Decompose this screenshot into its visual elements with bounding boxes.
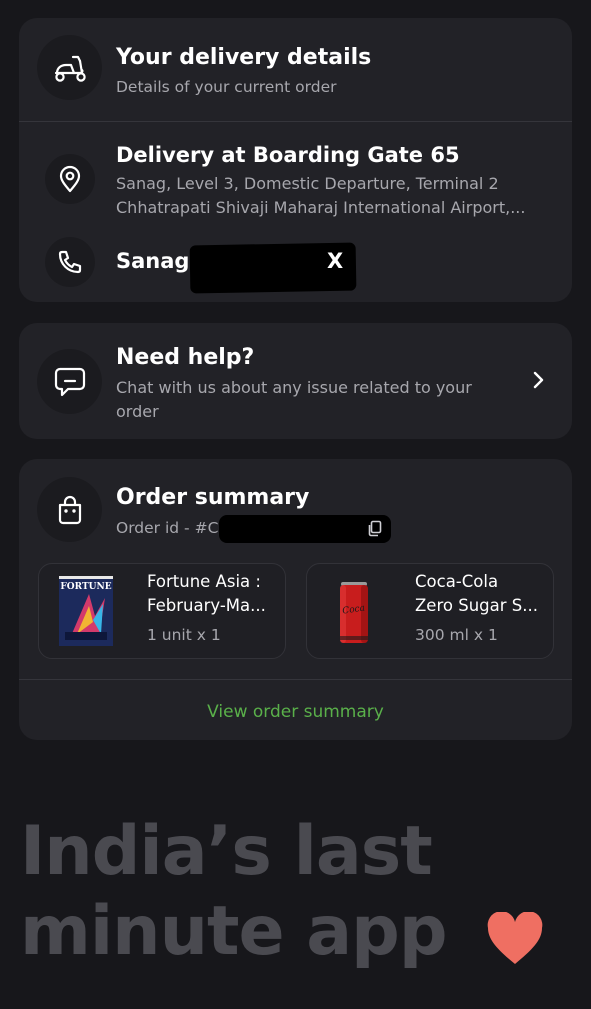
delivery-details-title: Your delivery details	[116, 45, 372, 70]
tagline-line1: India’s last	[20, 812, 433, 891]
contact-suffix: X	[327, 249, 344, 273]
need-help-subtitle-line2: order	[116, 402, 159, 421]
chevron-right-icon[interactable]	[531, 369, 545, 395]
svg-text:FORTUNE: FORTUNE	[60, 582, 111, 592]
location-pin-icon	[45, 154, 95, 204]
divider	[19, 121, 572, 122]
delivery-details-subtitle: Details of your current order	[116, 78, 337, 96]
need-help-title: Need help?	[116, 345, 255, 370]
magazine-cover-image: FORTUNE	[59, 576, 113, 646]
order-id-label: Order id - #C	[116, 519, 219, 537]
need-help-subtitle-line1: Chat with us about any issue related to …	[116, 378, 472, 397]
scooter-icon	[37, 35, 102, 100]
heart-icon	[486, 911, 544, 970]
view-order-summary-link[interactable]: View order summary	[19, 702, 572, 722]
item-name: Coca-Cola Zero Sugar S...	[415, 572, 538, 615]
divider	[19, 679, 572, 680]
order-summary-title: Order summary	[116, 485, 310, 510]
delivery-address-line1: Sanag, Level 3, Domestic Departure, Term…	[116, 174, 499, 193]
delivery-address-title: Delivery at Boarding Gate 65	[116, 143, 460, 167]
item-quantity: 1 unit x 1	[147, 626, 221, 644]
tagline-line2: minute app	[20, 892, 448, 971]
bag-icon	[37, 477, 102, 542]
tagline: India’s last minute app	[20, 812, 448, 972]
delivery-address-line2: Chhatrapati Shivaji Maharaj Internationa…	[116, 198, 526, 217]
item-name: Fortune Asia : February-Ma...	[147, 572, 266, 615]
order-item[interactable]: Coca Coca-Cola Zero Sugar S... 300 ml x …	[306, 563, 554, 659]
redacted-order-id	[219, 515, 391, 543]
phone-icon	[45, 237, 95, 287]
contact-name: Sanag,	[116, 249, 198, 273]
order-item[interactable]: FORTUNE Fortune Asia : February-Ma... 1 …	[38, 563, 286, 659]
need-help-card[interactable]: Need help? Chat with us about any issue …	[19, 323, 572, 439]
chat-icon	[37, 349, 102, 414]
coke-can-image: Coca	[340, 582, 368, 643]
copy-icon[interactable]	[367, 520, 383, 541]
item-quantity: 300 ml x 1	[415, 626, 498, 644]
order-summary-card: Order summary Order id - #C FORTUNE Fort…	[19, 459, 572, 740]
delivery-details-card: Your delivery details Details of your cu…	[19, 18, 572, 302]
